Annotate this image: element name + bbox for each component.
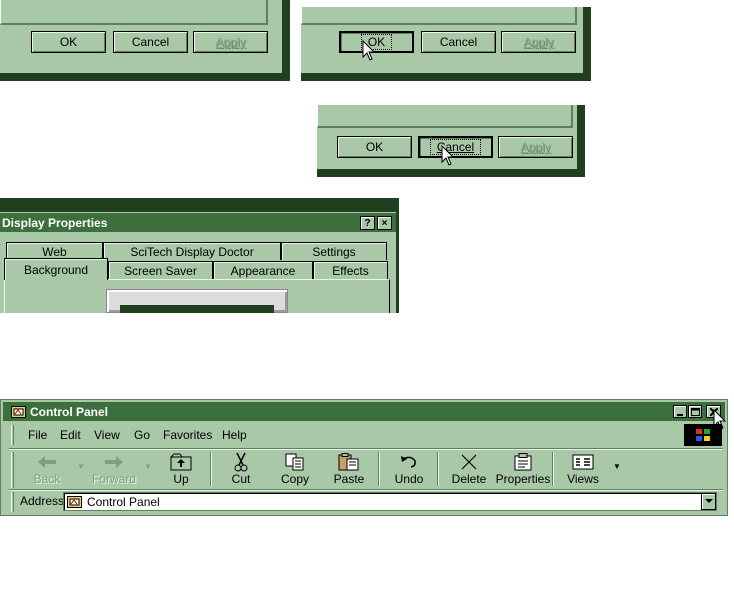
delete-button[interactable]: Delete [452,452,486,486]
windows-logo-throbber [684,424,722,446]
toolbar-separator [437,452,439,486]
properties-icon [511,452,535,472]
toolbar-separator [378,452,380,486]
scissors-icon [229,452,253,472]
tab-screen-saver[interactable]: Screen Saver [108,261,213,279]
windows-logo-icon [696,429,710,441]
cancel-label: Cancel [131,35,170,49]
menu-go[interactable]: Go [134,428,150,442]
paste-button[interactable]: Paste [333,452,365,486]
menu-edit[interactable]: Edit [60,428,81,442]
forward-dropdown-icon[interactable]: ▼ [144,462,152,471]
back-label: Back [33,472,61,486]
control-panel-icon [67,496,82,508]
tab-background[interactable]: Background [4,258,108,280]
menu-view[interactable]: View [94,428,120,442]
menu-grip [11,425,14,445]
menu-favorites[interactable]: Favorites [163,428,212,442]
mouse-pointer-icon [362,40,376,61]
minimize-button[interactable] [673,405,687,418]
delete-label: Delete [451,472,487,486]
address-value: Control Panel [87,494,160,509]
cancel-label: Cancel [429,139,482,155]
ok-button[interactable]: OK [339,31,414,53]
up-folder-icon [169,452,193,472]
views-dropdown-icon[interactable]: ▼ [613,462,621,471]
views-button[interactable]: Views [566,452,600,486]
dialog-3-panel-edge [317,105,573,128]
properties-button[interactable]: Properties [495,452,551,486]
menu-file[interactable]: File [28,428,47,442]
menu-help[interactable]: Help [222,428,247,442]
monitor-screen [120,305,274,313]
back-button[interactable]: Back [30,452,64,486]
help-button[interactable]: ? [360,216,375,230]
cancel-label: Cancel [439,35,478,49]
apply-button[interactable]: Apply [193,31,268,53]
toolbar-separator [552,452,554,486]
cut-label: Cut [231,472,251,486]
ok-button[interactable]: OK [337,136,412,158]
up-label: Up [173,472,189,486]
properties-label: Properties [495,472,551,486]
tab-effects[interactable]: Effects [313,261,388,279]
ok-button[interactable]: OK [31,31,106,53]
display-properties-titlebar: Display Properties [0,213,396,232]
ok-label: OK [365,140,384,154]
copy-button[interactable]: Copy [280,452,310,486]
cancel-button[interactable]: Cancel [113,31,188,53]
forward-button[interactable]: Forward [92,452,136,486]
apply-button[interactable]: Apply [498,136,573,158]
undo-button[interactable]: Undo [394,452,424,486]
apply-button[interactable]: Apply [501,31,576,53]
forward-arrow-icon [102,452,126,472]
maximize-button[interactable] [688,405,702,418]
up-button[interactable]: Up [166,452,196,486]
views-label: Views [567,472,599,486]
address-dropdown-button[interactable] [701,493,716,510]
back-arrow-icon [35,452,59,472]
mouse-pointer-icon [441,145,455,166]
undo-label: Undo [394,472,424,486]
tab-scitech-display-doctor[interactable]: SciTech Display Doctor [103,242,281,260]
ok-label: OK [59,35,78,49]
cut-button[interactable]: Cut [226,452,256,486]
control-panel-titlebar: Control Panel [3,402,725,421]
cancel-button[interactable]: Cancel [421,31,496,53]
undo-icon [397,452,421,472]
cancel-button[interactable]: Cancel [418,136,493,158]
address-separator-line [9,489,723,491]
address-input[interactable]: Control Panel [63,492,717,511]
toolbar-separator-line [9,448,723,450]
forward-label: Forward [92,472,137,486]
tab-appearance[interactable]: Appearance [213,261,313,279]
control-panel-icon [11,406,26,418]
paste-label: Paste [333,472,365,486]
apply-label: Apply [523,35,554,49]
apply-label: Apply [520,140,551,154]
address-grip [11,492,14,512]
address-label: Address [20,494,65,508]
window-title: Display Properties [2,215,108,230]
views-icon [571,452,595,472]
close-button[interactable]: × [377,216,392,230]
dialog-2-panel-edge [301,7,577,25]
tab-settings[interactable]: Settings [281,242,387,260]
delete-x-icon [457,452,481,472]
window-title: Control Panel [30,404,109,419]
dialog-1-panel-edge [0,0,268,25]
copy-icon [283,452,307,472]
back-dropdown-icon[interactable]: ▼ [77,462,85,471]
paste-icon [337,452,361,472]
apply-label: Apply [215,35,246,49]
copy-label: Copy [280,472,309,486]
toolbar-grip [11,452,14,488]
toolbar-separator [210,452,212,486]
